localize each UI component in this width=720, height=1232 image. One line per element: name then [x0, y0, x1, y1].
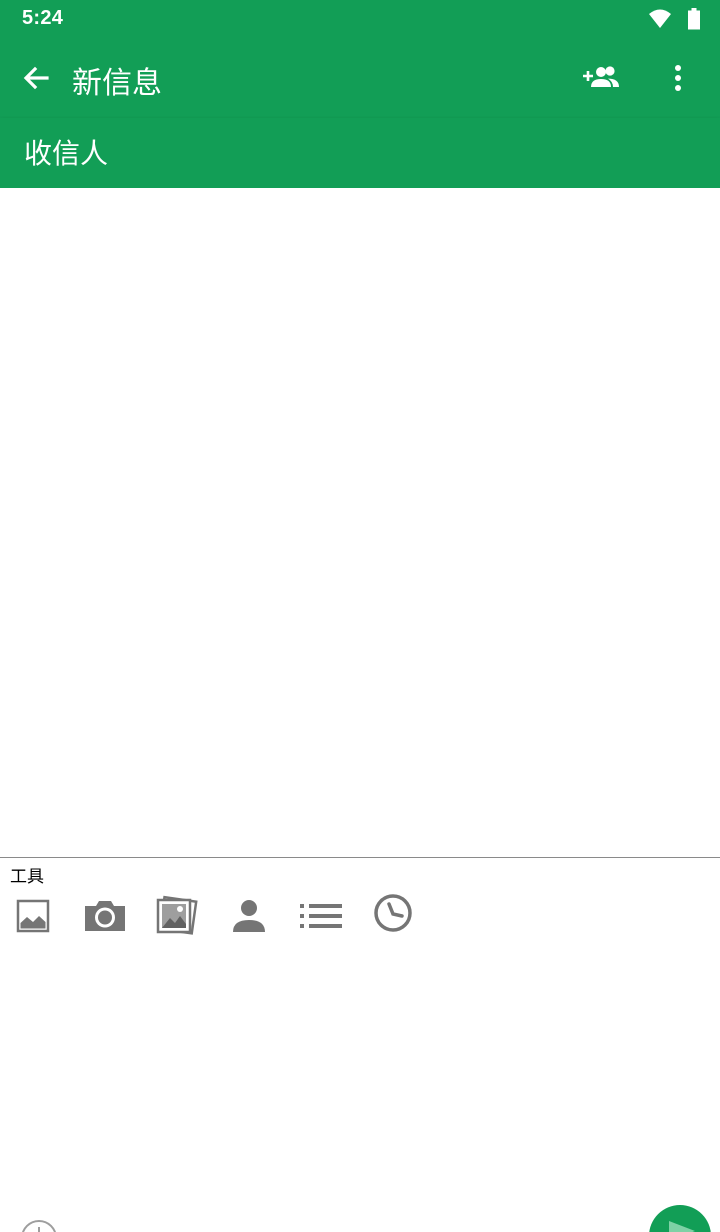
contact-icon: [233, 900, 265, 932]
send-icon: [669, 1221, 695, 1232]
gallery-icon: [156, 895, 198, 935]
more-vert-icon: [675, 65, 681, 91]
page-title: 新信息: [72, 66, 162, 101]
recipient-input[interactable]: [24, 132, 694, 174]
add-contact-button[interactable]: [578, 56, 624, 100]
send-button[interactable]: [649, 1205, 711, 1232]
status-time: 5:24: [22, 7, 64, 29]
wifi-icon: [649, 9, 671, 28]
schedule-icon: [374, 894, 412, 932]
compose-schedule-icon[interactable]: [20, 1219, 58, 1232]
app-bar: 新信息: [0, 38, 720, 118]
image-icon: [16, 899, 50, 933]
camera-button[interactable]: [83, 894, 127, 938]
message-input[interactable]: [78, 1215, 618, 1232]
conversation-area: [0, 188, 720, 857]
back-button[interactable]: [14, 56, 58, 100]
more-options-button[interactable]: [656, 56, 700, 100]
add-contact-icon: [583, 66, 619, 87]
tools-label: 工具: [10, 867, 44, 887]
list-icon: [300, 904, 342, 928]
schedule-button[interactable]: [371, 894, 415, 938]
attach-contact-button[interactable]: [227, 894, 271, 938]
attach-image-button[interactable]: [11, 894, 55, 938]
recipient-bar: [0, 118, 720, 188]
tools-panel: 工具: [0, 857, 720, 1197]
arrow-back-icon: [23, 66, 49, 90]
status-bar: 5:24: [0, 0, 720, 38]
compose-bar: [0, 1197, 720, 1232]
gallery-button[interactable]: [154, 894, 198, 938]
list-button[interactable]: [299, 894, 343, 938]
camera-icon: [85, 901, 125, 931]
battery-icon: [688, 8, 700, 30]
